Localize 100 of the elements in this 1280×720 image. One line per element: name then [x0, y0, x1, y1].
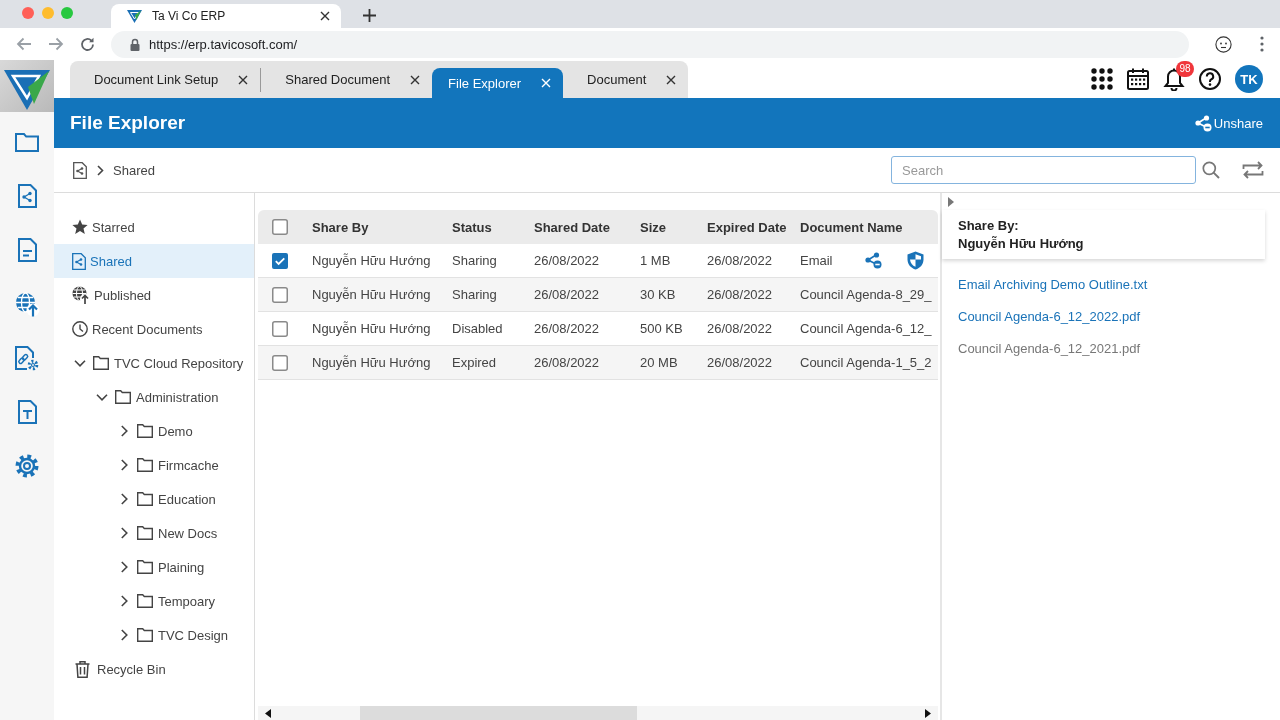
- document-icon[interactable]: [17, 238, 37, 262]
- nav-item[interactable]: Shared: [54, 244, 254, 278]
- tree-item[interactable]: TVC Design: [54, 618, 254, 652]
- close-icon[interactable]: [410, 74, 421, 85]
- close-icon[interactable]: [238, 74, 249, 85]
- browser-tab[interactable]: Ta Vi Co ERP: [111, 4, 341, 28]
- reload-icon[interactable]: [80, 36, 95, 52]
- expand-arrow-icon[interactable]: [948, 197, 954, 207]
- checkbox[interactable]: [272, 219, 288, 235]
- chevron-right-icon[interactable]: [120, 425, 128, 437]
- close-tab-icon[interactable]: [320, 11, 330, 21]
- scroll-right-icon[interactable]: [925, 708, 931, 718]
- nav-item[interactable]: Starred: [54, 210, 254, 244]
- calendar-icon[interactable]: [1127, 68, 1149, 90]
- search-icon[interactable]: [1202, 161, 1220, 179]
- address-bar[interactable]: https://erp.tavicosoft.com/: [111, 30, 1189, 58]
- column-header[interactable]: Status: [452, 219, 492, 235]
- table-cell: 1 MB: [640, 253, 671, 268]
- search-field[interactable]: Search: [891, 156, 1196, 184]
- settings-icon[interactable]: [15, 454, 39, 478]
- chevron-right-icon[interactable]: [120, 493, 128, 505]
- new-tab-icon[interactable]: [363, 9, 376, 22]
- checkbox[interactable]: [272, 286, 288, 303]
- app-tab[interactable]: Document Link Setup: [70, 61, 261, 98]
- table-row[interactable]: Nguyễn Hữu Hướng Sharing 26/08/2022 30 KB 26/08/2022 Council Agenda-8_29_: [258, 278, 938, 312]
- column-header[interactable]: Expired Date: [707, 219, 787, 235]
- table-cell: Disabled: [452, 321, 503, 336]
- table-cell: 26/08/2022: [534, 253, 600, 268]
- table-row[interactable]: Nguyễn Hữu Hướng Expired 26/08/2022 20 MB 26/08/2022 Council Agenda-1_5_2: [258, 346, 938, 380]
- chevron-right-icon[interactable]: [120, 595, 128, 607]
- table-cell: Email: [800, 253, 833, 268]
- column-header[interactable]: Document Name: [800, 219, 903, 235]
- folder-icon: [137, 458, 153, 472]
- share-minus-icon[interactable]: [865, 252, 882, 269]
- shield-icon[interactable]: [907, 251, 924, 270]
- tree-item[interactable]: Administration: [54, 380, 254, 414]
- file-link[interactable]: Council Agenda-6_12_2022.pdf: [958, 308, 1141, 326]
- column-header[interactable]: Share By: [312, 219, 369, 235]
- chevron-right-icon[interactable]: [120, 561, 128, 573]
- breadcrumb-current[interactable]: Shared: [113, 162, 155, 178]
- profile-icon[interactable]: [1215, 35, 1232, 53]
- chevron-right-icon: [97, 164, 104, 176]
- table-cell: 26/08/2022: [534, 287, 600, 302]
- lock-icon: [130, 37, 140, 51]
- table-cell: 26/08/2022: [534, 355, 600, 370]
- help-icon[interactable]: [1199, 68, 1221, 90]
- checkbox[interactable]: [272, 354, 288, 371]
- checkbox[interactable]: [272, 252, 288, 269]
- chevron-down-icon[interactable]: [74, 359, 86, 367]
- trash-icon: [75, 660, 90, 678]
- text-document-icon[interactable]: [17, 400, 37, 424]
- tree-item[interactable]: Education: [54, 482, 254, 516]
- table-cell: Nguyễn Hữu Hướng: [312, 355, 431, 370]
- table-cell: 500 KB: [640, 321, 683, 336]
- shared-document-icon[interactable]: [73, 161, 87, 179]
- checkbox[interactable]: [272, 320, 288, 337]
- chevron-right-icon[interactable]: [120, 527, 128, 539]
- chevron-down-icon[interactable]: [96, 393, 108, 401]
- table-cell: Sharing: [452, 253, 497, 268]
- swap-icon[interactable]: [1242, 161, 1264, 179]
- clock-icon: [72, 321, 88, 337]
- table-cell: Council Agenda-8_29_: [800, 287, 932, 302]
- table-cell: Council Agenda-1_5_2: [800, 355, 932, 370]
- tree-item[interactable]: Plaining: [54, 550, 254, 584]
- tree-item[interactable]: Tempoary: [54, 584, 254, 618]
- back-icon[interactable]: [16, 37, 32, 51]
- folder-icon: [93, 356, 109, 370]
- table-cell: Expired: [452, 355, 497, 370]
- column-header[interactable]: Size: [640, 219, 666, 235]
- user-avatar[interactable]: TK: [1235, 65, 1263, 93]
- nav-item[interactable]: Recent Documents: [54, 312, 254, 346]
- shared-document-icon[interactable]: [17, 184, 37, 208]
- scrollbar-thumb[interactable]: [360, 706, 637, 720]
- tree-item[interactable]: Demo: [54, 414, 254, 448]
- close-icon[interactable]: [666, 74, 677, 85]
- app-tab[interactable]: Shared Document: [261, 61, 433, 98]
- forward-icon[interactable]: [48, 37, 64, 51]
- horizontal-scrollbar[interactable]: [258, 706, 938, 720]
- tree-item[interactable]: TVC Cloud Repository: [54, 346, 254, 380]
- nav-item[interactable]: Recycle Bin: [54, 652, 254, 686]
- globe-upload-icon[interactable]: [14, 291, 40, 317]
- app-tab[interactable]: Document: [563, 61, 689, 98]
- tree-item[interactable]: New Docs: [54, 516, 254, 550]
- nav-item[interactable]: Published: [54, 278, 254, 312]
- folder-icon: [137, 560, 153, 574]
- globe-upload-icon: [72, 286, 90, 304]
- apps-grid-icon[interactable]: [1091, 68, 1113, 90]
- menu-icon[interactable]: [1260, 36, 1264, 52]
- notification-badge: 98: [1176, 60, 1194, 77]
- tree-item[interactable]: Firmcache: [54, 448, 254, 482]
- column-header[interactable]: Shared Date: [534, 219, 610, 235]
- unshare-button[interactable]: Unshare: [1194, 112, 1263, 134]
- chevron-right-icon[interactable]: [120, 459, 128, 471]
- file-link[interactable]: Email Archiving Demo Outline.txt: [958, 276, 1148, 294]
- document-link-gear-icon[interactable]: [15, 345, 39, 371]
- scroll-left-icon[interactable]: [265, 708, 271, 718]
- app-tab[interactable]: File Explorer: [432, 68, 564, 98]
- folder-icon: [137, 594, 153, 608]
- chevron-right-icon[interactable]: [120, 629, 128, 641]
- folder-icon[interactable]: [15, 132, 39, 152]
